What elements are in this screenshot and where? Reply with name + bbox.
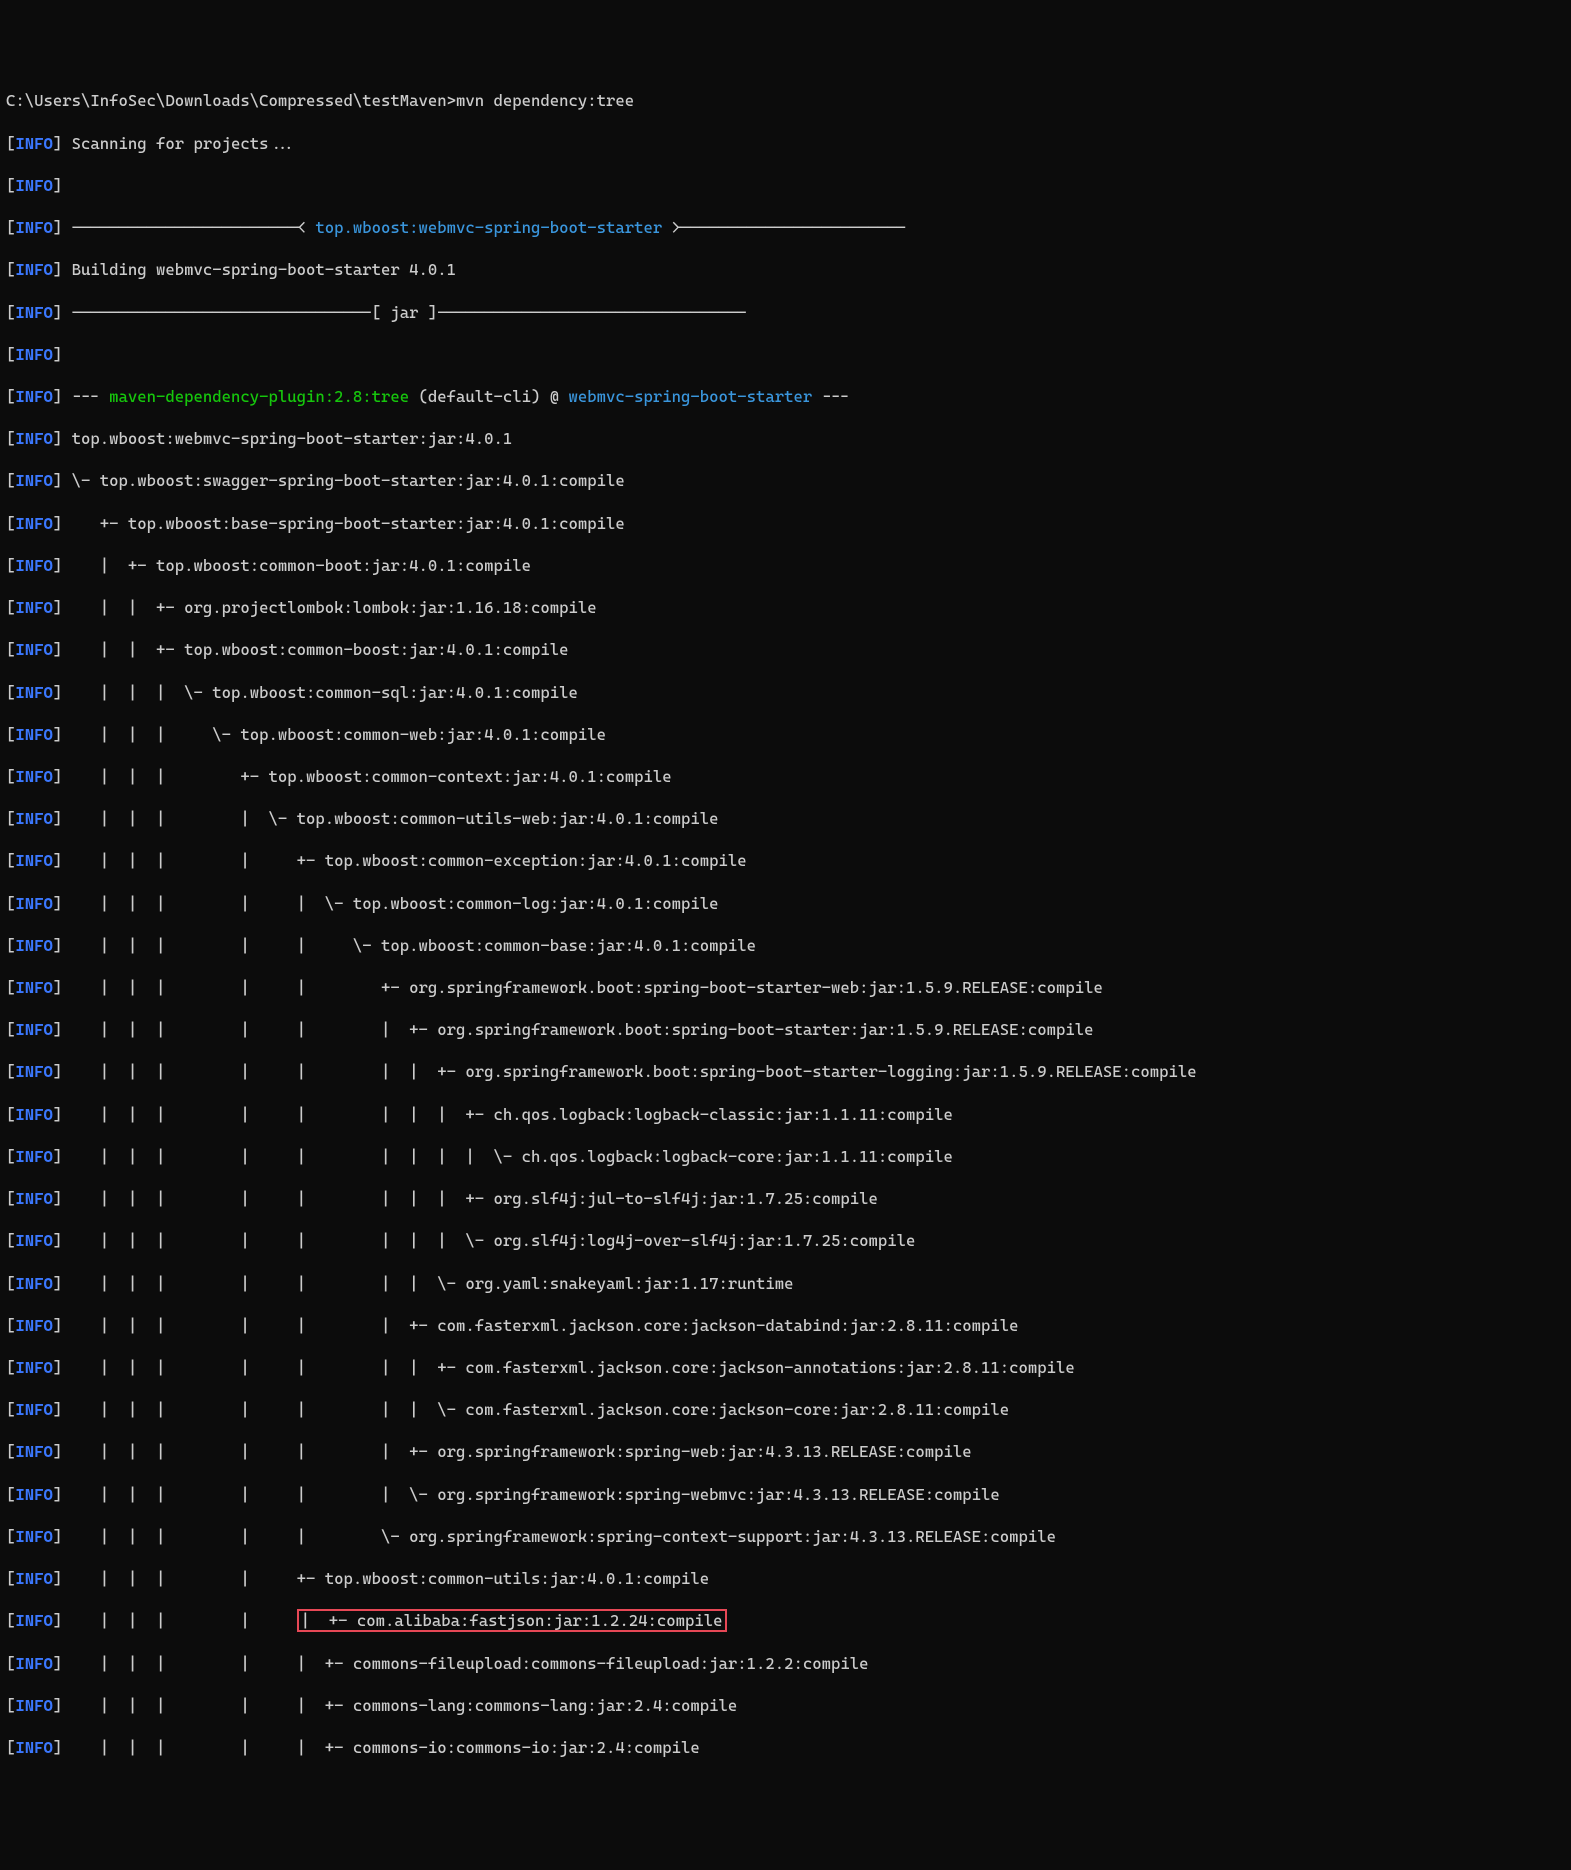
log-line: [INFO] | | +- top.wboost:common-boost:ja… [6,639,1565,660]
log-line: [INFO] | | | | | | | +- org.springframew… [6,1061,1565,1082]
log-line: [INFO] +- top.wboost:base-spring-boot-st… [6,513,1565,534]
log-line: [INFO] | | | | | +- org.springframework.… [6,977,1565,998]
log-line: [INFO] | | | | | | | | +- ch.qos.logback… [6,1104,1565,1125]
log-line: [INFO] | | | | | | +- org.springframewor… [6,1441,1565,1462]
log-line: [INFO] | | | | | | | | | \- ch.qos.logba… [6,1146,1565,1167]
log-line: [INFO] [6,344,1565,365]
log-line: [INFO] Scanning for projects... [6,133,1565,154]
log-line: [INFO] | | | | | | | | \- org.slf4j:log4… [6,1230,1565,1251]
artifact-link: top.wboost:webmvc-spring-boot-starter [315,218,662,237]
log-line: [INFO] | | | | | | +- com.fasterxml.jack… [6,1315,1565,1336]
highlighted-dependency: | +- com.alibaba:fastjson:jar:1.2.24:com… [297,1609,727,1632]
artifact-link: webmvc-spring-boot-starter [569,387,813,406]
log-line: [INFO] | | | \- top.wboost:common-web:ja… [6,724,1565,745]
log-line: [INFO] | | | | | | \- org.springframewor… [6,1484,1565,1505]
log-line: [INFO] | | | | | +- commons-fileupload:c… [6,1653,1565,1674]
log-line: [INFO] top.wboost:webmvc-spring-boot-sta… [6,428,1565,449]
log-line: [INFO] | | | | | | | \- com.fasterxml.ja… [6,1399,1565,1420]
log-line: [INFO] | | | | | \- top.wboost:common-ba… [6,935,1565,956]
log-line: [INFO] | | | | +- top.wboost:common-exce… [6,850,1565,871]
log-line: [INFO] Building webmvc-spring-boot-start… [6,259,1565,280]
plugin-name: maven-dependency-plugin:2.8:tree [109,387,409,406]
log-line: [INFO] | | | | | +- com.alibaba:fastjson… [6,1610,1565,1631]
log-line: [INFO] --------------------------------[… [6,302,1565,323]
log-line: [INFO] | | | | | \- org.springframework:… [6,1526,1565,1547]
log-line: [INFO] | | | +- top.wboost:common-contex… [6,766,1565,787]
log-line: [INFO] | | | | | \- top.wboost:common-lo… [6,893,1565,914]
log-line: [INFO] [6,175,1565,196]
log-line: [INFO] | | | | | | | +- com.fasterxml.ja… [6,1357,1565,1378]
log-line: [INFO] | +- top.wboost:common-boot:jar:4… [6,555,1565,576]
log-line: [INFO] | | | | | +- commons-io:commons-i… [6,1737,1565,1758]
log-line: [INFO] | | +- org.projectlombok:lombok:j… [6,597,1565,618]
log-line: [INFO] --- maven-dependency-plugin:2.8:t… [6,386,1565,407]
log-line: [INFO] | | | | \- top.wboost:common-util… [6,808,1565,829]
log-line: [INFO] | | | | +- top.wboost:common-util… [6,1568,1565,1589]
log-line: [INFO] ------------------------< top.wbo… [6,217,1565,238]
log-line: [INFO] | | | | | +- commons-lang:commons… [6,1695,1565,1716]
log-line: [INFO] | | | \- top.wboost:common-sql:ja… [6,682,1565,703]
log-line: [INFO] | | | | | | | | +- org.slf4j:jul-… [6,1188,1565,1209]
prompt-line: C:\Users\InfoSec\Downloads\Compressed\te… [6,90,1565,111]
log-line: [INFO] \- top.wboost:swagger-spring-boot… [6,470,1565,491]
log-line: [INFO] | | | | | | +- org.springframewor… [6,1019,1565,1040]
log-line: [INFO] | | | | | | | \- org.yaml:snakeya… [6,1273,1565,1294]
